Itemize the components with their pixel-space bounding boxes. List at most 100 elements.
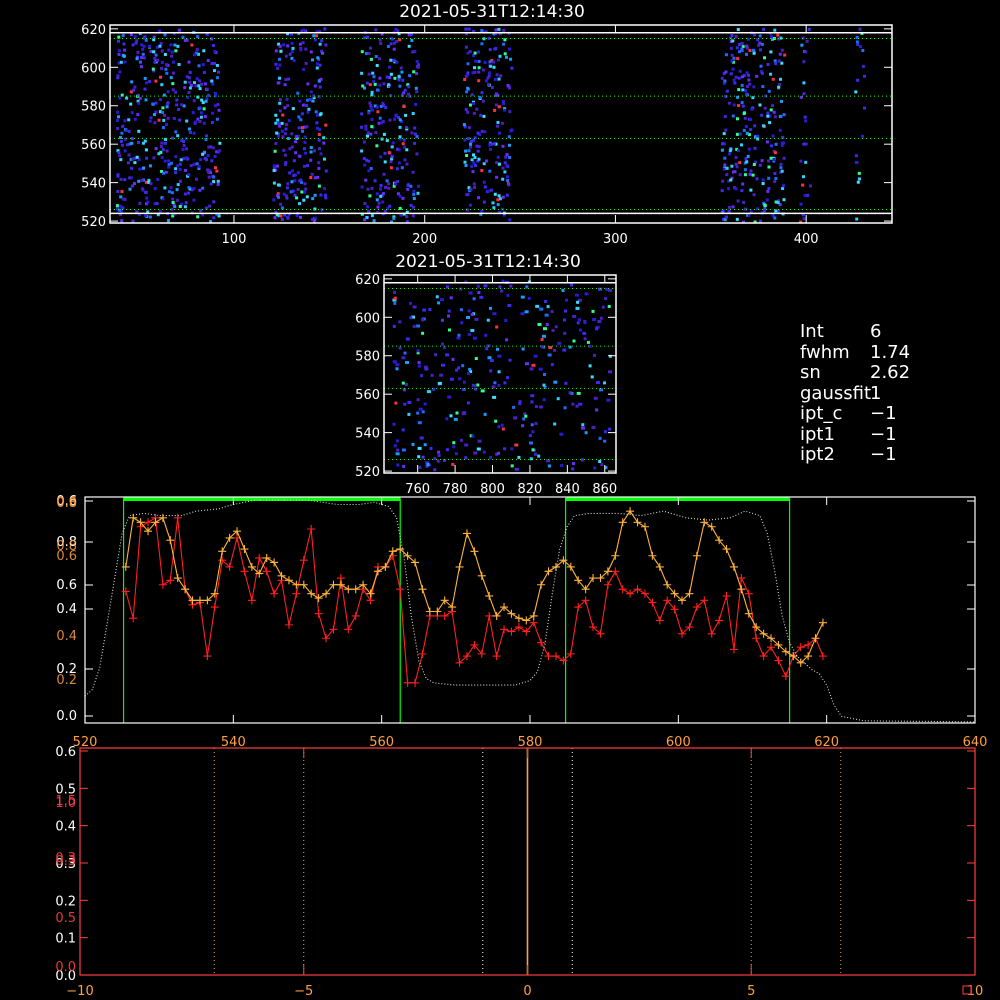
speckle-pixel <box>401 381 405 385</box>
speckle-pixel <box>752 48 755 52</box>
speckle-pixel <box>272 198 276 202</box>
speckle-pixel <box>434 353 438 357</box>
speckle-pixel <box>304 61 308 65</box>
speckle-pixel <box>297 115 301 119</box>
speckle-pixel <box>137 101 141 105</box>
speckle-pixel <box>740 47 744 51</box>
speckle-pixel <box>364 124 368 128</box>
x-tick-label: 300 <box>603 232 628 247</box>
y-tick-label-white: 0.2 <box>55 894 76 909</box>
speckle-pixel <box>485 347 489 351</box>
speckle-pixel <box>178 167 182 171</box>
speckle-pixel <box>119 177 123 181</box>
speckle-pixel <box>508 110 512 114</box>
speckle-pixel <box>730 34 734 37</box>
speckle-pixel <box>723 156 727 160</box>
speckle-pixel <box>322 187 326 190</box>
speckle-pixel <box>461 388 466 391</box>
speckle-pixel <box>388 118 392 122</box>
speckle-pixel <box>473 66 476 70</box>
speckle-pixel <box>374 55 378 58</box>
speckle-pixel <box>161 148 165 152</box>
speckle-pixel <box>370 125 374 129</box>
speckle-pixel <box>196 215 200 219</box>
speckle-pixel <box>172 71 175 75</box>
speckle-pixel <box>742 200 746 204</box>
speckle-pixel <box>466 71 470 75</box>
speckle-pixel <box>306 82 310 86</box>
speckle-pixel <box>770 144 773 148</box>
speckle-pixel <box>863 74 866 78</box>
speckle-pixel <box>497 354 502 358</box>
speckle-pixel <box>163 114 166 117</box>
speckle-pixel <box>317 133 321 136</box>
speckle-pixel <box>799 202 803 206</box>
speckle-pixel <box>165 63 169 67</box>
speckle-pixel <box>166 116 170 120</box>
speckle-pixel <box>574 293 579 297</box>
speckle-pixel <box>309 50 313 54</box>
speckle-pixel <box>144 190 148 194</box>
speckle-pixel <box>802 81 806 85</box>
speckle-pixel <box>138 167 142 171</box>
speckle-pixel <box>192 198 196 202</box>
speckle-pixel <box>366 134 369 138</box>
speckle-pixel <box>202 107 206 111</box>
speckle-pixel <box>304 47 308 51</box>
speckle-pixel <box>593 466 597 470</box>
speckle-pixel <box>282 148 286 152</box>
speckle-pixel <box>123 48 127 52</box>
speckle-pixel <box>501 177 505 181</box>
speckle-pixel <box>378 83 382 87</box>
speckle-pixel <box>607 305 611 308</box>
speckle-pixel <box>406 187 410 191</box>
speckle-pixel <box>540 338 544 341</box>
speckle-pixel <box>800 43 804 47</box>
speckle-pixel <box>401 428 405 432</box>
speckle-pixel <box>290 132 294 136</box>
speckle-pixel <box>725 173 729 177</box>
speckle-pixel <box>276 66 280 70</box>
speckle-pixel <box>398 118 402 122</box>
speckle-pixel <box>502 28 506 32</box>
speckle-pixel <box>403 158 407 162</box>
y-tick-label: 620 <box>355 273 380 288</box>
speckle-pixel <box>572 315 577 318</box>
speckle-pixel <box>375 198 379 202</box>
speckle-pixel <box>766 111 770 115</box>
speckle-pixel <box>606 398 611 402</box>
speckle-pixel <box>216 179 220 183</box>
speckle-pixel <box>202 71 206 74</box>
speckle-pixel <box>149 50 153 53</box>
speckle-pixel <box>361 84 365 88</box>
speckle-pixel <box>761 182 765 185</box>
speckle-pixel <box>727 209 731 213</box>
speckle-pixel <box>187 91 191 94</box>
speckle-pixel <box>128 187 132 191</box>
speckle-pixel <box>776 33 780 37</box>
speckle-pixel <box>508 86 511 90</box>
speckle-pixel <box>116 127 120 130</box>
speckle-pixel <box>483 284 488 288</box>
speckle-pixel <box>407 92 411 96</box>
readout-key: fwhm <box>800 341 850 363</box>
speckle-pixel <box>298 99 302 103</box>
speckle-pixel <box>553 348 557 352</box>
speckle-pixel <box>492 312 497 316</box>
speckle-pixel <box>371 71 375 75</box>
x-tick-label: 200 <box>412 232 437 247</box>
speckle-pixel <box>559 432 564 436</box>
speckle-pixel <box>156 58 159 62</box>
speckle-pixel <box>119 140 123 143</box>
speckle-pixel <box>497 451 501 455</box>
speckle-pixel <box>769 108 773 112</box>
speckle-pixel <box>202 121 206 125</box>
speckle-pixel <box>735 165 739 169</box>
speckle-pixel <box>273 216 277 220</box>
speckle-pixel <box>168 190 171 194</box>
speckle-pixel <box>415 152 419 156</box>
speckle-pixel <box>318 128 322 131</box>
speckle-pixel <box>496 347 499 351</box>
speckle-pixel <box>731 114 735 118</box>
speckle-pixel <box>420 374 424 378</box>
